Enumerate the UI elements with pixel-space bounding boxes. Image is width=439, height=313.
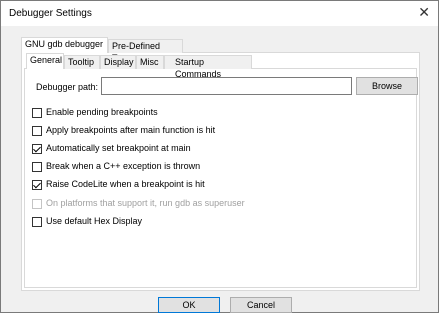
checkbox[interactable] — [32, 162, 42, 172]
tab-gnu-gdb-debugger[interactable]: GNU gdb debugger — [21, 37, 108, 53]
tab-misc[interactable]: Misc — [136, 55, 164, 69]
tab-tooltip[interactable]: Tooltip — [64, 55, 100, 69]
option-label: Break when a C++ exception is thrown — [46, 161, 201, 171]
option-label: On platforms that support it, run gdb as… — [46, 198, 245, 208]
checkbox-checked[interactable] — [32, 144, 42, 154]
tab-general[interactable]: General — [26, 53, 64, 69]
close-icon[interactable]: ✕ — [418, 5, 430, 19]
ok-button[interactable]: OK — [158, 297, 220, 313]
browse-button[interactable]: Browse — [356, 77, 418, 95]
tab-display[interactable]: Display — [100, 55, 136, 69]
checkbox[interactable] — [32, 108, 42, 118]
checkbox[interactable] — [32, 217, 42, 227]
tab-pre-defined-types[interactable]: Pre-Defined Types — [108, 39, 183, 63]
tab-startup-commands[interactable]: Startup Commands — [164, 55, 252, 79]
checkbox-disabled — [32, 199, 42, 209]
cancel-button[interactable]: Cancel — [230, 297, 292, 313]
general-panel — [24, 68, 417, 288]
option-label: Enable pending breakpoints — [46, 107, 158, 117]
dialog-title: Debugger Settings — [9, 8, 92, 19]
option-label: Apply breakpoints after main function is… — [46, 125, 216, 135]
checkbox[interactable] — [32, 126, 42, 136]
option-label: Raise CodeLite when a breakpoint is hit — [46, 179, 205, 189]
title-bar: Debugger Settings ✕ — [1, 1, 438, 26]
checkbox-checked[interactable] — [32, 180, 42, 190]
debugger-path-label: Debugger path: — [36, 82, 99, 92]
debugger-path-input[interactable] — [101, 77, 352, 95]
option-label: Use default Hex Display — [46, 216, 143, 226]
option-label: Automatically set breakpoint at main — [46, 143, 191, 153]
